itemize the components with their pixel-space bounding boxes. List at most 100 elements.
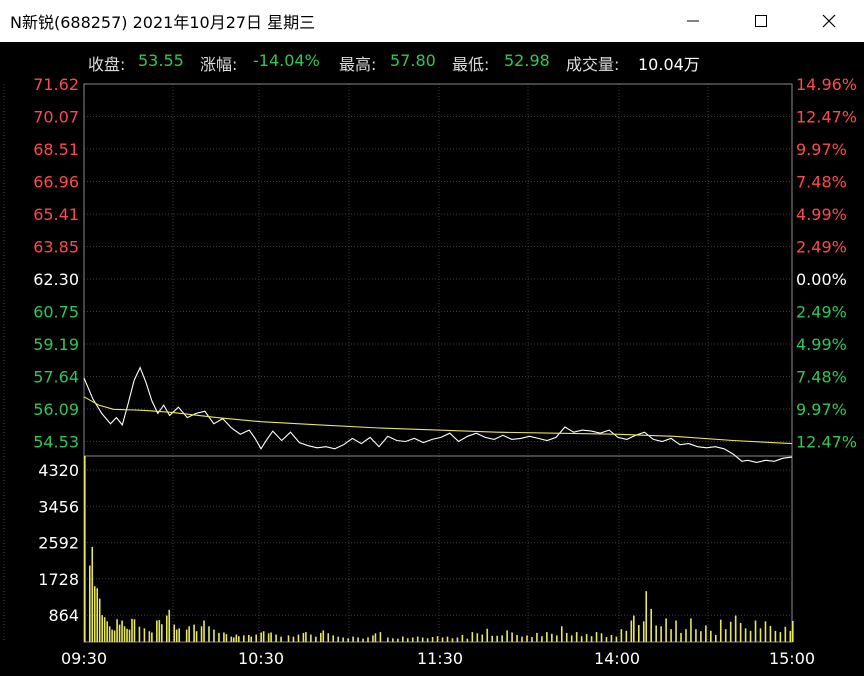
volume-bar [280,636,282,642]
volume-bar [685,629,687,642]
volume-bar [173,624,176,642]
volume-bar [764,621,767,642]
volume-bar [536,632,538,642]
volume-bar [225,634,228,642]
price-tick-label: 62.30 [33,270,79,289]
volume-bar [436,636,439,642]
volume-bar [506,630,508,642]
percent-tick-label: 7.48% [796,173,847,192]
volume-bar [161,624,163,642]
percent-tick-label: 12.47% [796,433,857,452]
volume-bar [426,638,429,642]
volume-bar [208,626,210,642]
volume-bar [392,638,394,642]
time-tick-label: 09:30 [61,649,107,668]
average-price-line [83,396,793,445]
volume-bar [401,636,404,642]
volume-bar [233,637,235,642]
volume-bar [165,615,168,642]
percent-tick-label: 4.99% [796,205,847,224]
volume-bar [610,634,613,642]
volume-bar [625,630,628,642]
volume-bar [156,620,158,642]
volume-bar [118,624,121,642]
volume-bar [270,632,272,642]
volume-bar [260,632,262,642]
volume-bar [148,631,151,642]
volume-bar [310,634,312,642]
volume-bar [292,636,295,642]
volume-bar [655,625,657,642]
volume-bar [255,634,258,642]
time-tick-label: 15:00 [769,649,815,668]
volume-bar [595,632,598,642]
volume-bar [347,638,349,642]
volume-bar [158,620,161,642]
volume-bar [560,626,563,642]
volume-bar [779,632,782,642]
volume-bar [352,636,354,642]
volume-bar [406,638,409,642]
volume-bar [575,632,578,642]
volume-bar [131,618,133,642]
percent-tick-label: 2.49% [796,238,847,257]
volume-bar [615,636,618,642]
price-tick-label: 65.41 [33,205,79,224]
volume-bar [630,620,633,642]
percent-tick-label: 12.47% [796,108,857,127]
volume-bar [113,630,116,642]
volume-bar [121,620,123,642]
volume-bar [541,636,543,642]
volume-bar [754,620,757,642]
price-tick-label: 60.75 [33,303,79,322]
volume-bar [690,618,692,642]
volume-bar [138,626,141,642]
volume-bar [315,636,317,642]
volume-bar [332,635,335,642]
volume-bar [322,630,325,642]
volume-bar [133,619,136,642]
volume-bar [637,625,640,642]
volume-bar [302,632,305,642]
volume-bar [650,608,652,642]
volume-bar [521,636,523,642]
price-tick-label: 68.51 [33,140,79,159]
volume-bar [660,626,662,642]
percent-tick-label: 9.97% [796,140,847,159]
volume-bar [88,565,91,642]
volume-bar [103,617,106,642]
volume-bar [461,634,464,642]
volume-bar [101,615,103,642]
volume-bar [267,633,270,642]
volume-bar [262,631,265,642]
volume-tick-label: 3456 [38,497,79,516]
volume-bar [446,636,449,642]
volume-bar [242,635,245,642]
volume-tick-label: 1728 [38,570,79,589]
price-tick-label: 59.19 [33,335,79,354]
volume-bar [297,634,300,642]
volume-bar [91,546,94,642]
volume-bar [193,624,195,642]
volume-bar [431,637,434,642]
volume-bar [451,638,454,642]
volume-bar [729,621,732,642]
volume-bar [600,633,603,642]
volume-bar [496,635,498,642]
volume-bar [590,636,593,642]
volume-bar [516,634,518,642]
volume-bar [633,615,635,642]
volume-bar [511,632,513,642]
volume-bar [734,615,737,642]
volume-bar [230,636,233,642]
volume-bar [372,635,374,642]
volume-bar [367,637,369,642]
volume-bar [96,588,99,642]
volume-tick-label: 4320 [38,461,79,480]
volume-bar [719,619,722,642]
volume-bar [585,634,588,642]
volume-bar [116,619,118,642]
volume-bar [565,632,568,642]
volume-bar [342,637,344,642]
volume-bar [471,632,474,642]
